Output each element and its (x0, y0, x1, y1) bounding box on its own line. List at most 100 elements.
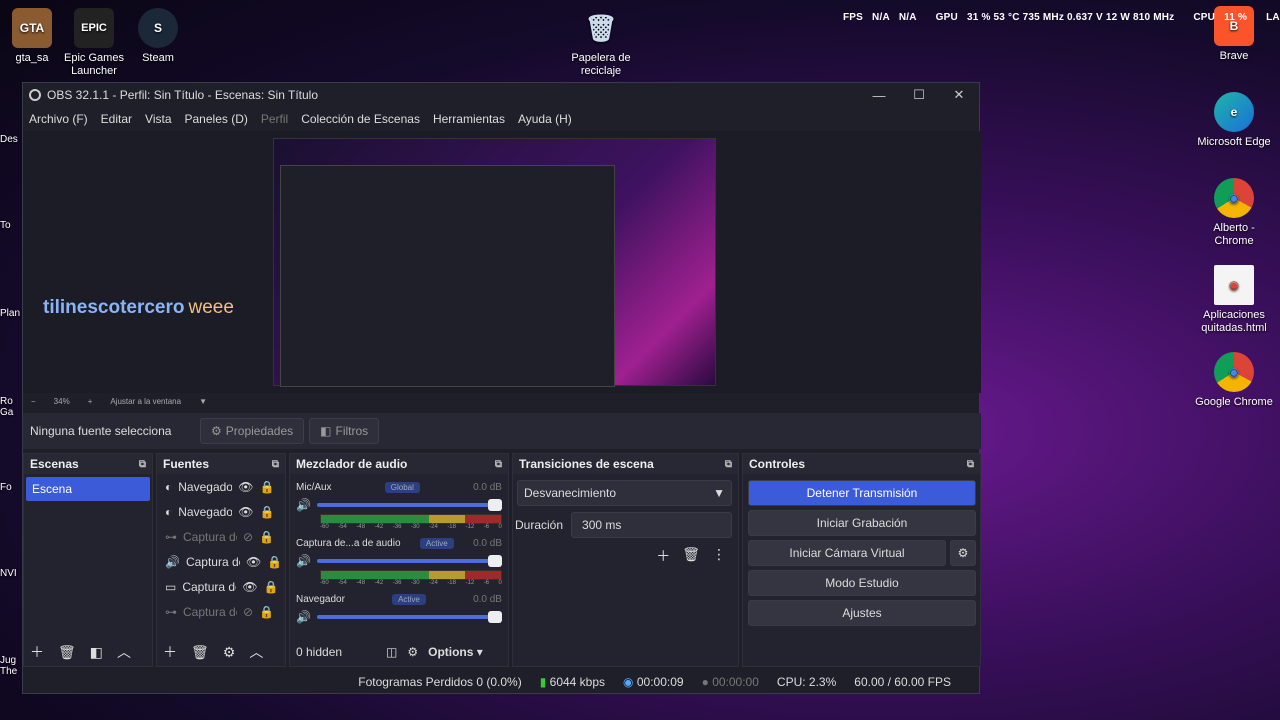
chevron-up-icon[interactable]: ︿ (249, 642, 263, 662)
eye-hidden-icon[interactable]: ⊘ (243, 530, 253, 544)
title-bar[interactable]: OBS 32.1.1 - Perfil: Sin Título - Escena… (23, 83, 979, 107)
lock-icon[interactable]: 🔒 (264, 580, 279, 594)
lock-icon[interactable]: 🔒 (259, 530, 274, 544)
start-recording-button[interactable]: Iniciar Grabación (748, 510, 976, 536)
chevron-down-icon[interactable]: ▼ (199, 397, 207, 406)
gamepad-icon: ⊶ (165, 604, 177, 619)
studio-mode-button[interactable]: Modo Estudio (748, 570, 976, 596)
mixer-channel: Navegador Active 0.0 dB 🔊 (296, 590, 502, 626)
globe-icon: ◐ (165, 479, 173, 494)
channel-name[interactable]: Mic/Aux (296, 482, 332, 493)
eye-hidden-icon[interactable]: ⊘ (243, 605, 253, 619)
zoom-bar: − 34% + Ajustar a la ventana ▼ (23, 393, 981, 409)
options-dropdown[interactable]: Options ▾ (428, 645, 483, 659)
lock-icon[interactable]: 🔒 (259, 480, 274, 494)
stop-streaming-button[interactable]: Detener Transmisión (748, 480, 976, 506)
desktop-icon-edge[interactable]: e Microsoft Edge (1194, 92, 1274, 149)
channel-name[interactable]: Captura de...a de audio (296, 538, 401, 549)
gear-icon[interactable]: ⚙ (950, 540, 976, 566)
scene-item[interactable]: Escena (26, 477, 150, 501)
fps-readout: 60.00 / 60.00 FPS (854, 675, 951, 689)
speaker-icon[interactable]: 🔊 (296, 554, 311, 568)
eye-icon[interactable]: 👁 (246, 555, 261, 569)
filter-icon[interactable]: ◧ (90, 644, 103, 661)
nested-obs-capture (280, 165, 615, 387)
edge-icon: e (1214, 92, 1254, 132)
source-row[interactable]: ◐ Navegado 👁 🔒 (157, 499, 285, 524)
source-row[interactable]: ⊶ Captura de ⊘ 🔒 (157, 599, 285, 624)
settings-button[interactable]: Ajustes (748, 600, 976, 626)
add-icon[interactable]: ＋ (163, 642, 177, 662)
zoom-out-button[interactable]: − (31, 397, 36, 406)
menu-perfil[interactable]: Perfil (261, 112, 288, 126)
desktop-icon-label: Alberto - Chrome (1213, 222, 1255, 247)
speaker-icon[interactable]: 🔊 (296, 610, 311, 624)
volume-slider[interactable] (316, 555, 502, 567)
eye-icon[interactable]: 👁 (238, 505, 253, 519)
filters-button[interactable]: ◧ Filtros (309, 418, 380, 444)
volume-slider[interactable] (316, 499, 502, 511)
add-icon[interactable]: ＋ (656, 546, 670, 566)
source-row[interactable]: ◐ Navegado 👁 🔒 (157, 474, 285, 499)
zoom-in-button[interactable]: + (88, 397, 93, 406)
desktop-icon-recycle-bin[interactable]: 🗑 Papelera de reciclaje (561, 8, 641, 78)
undock-icon[interactable]: ⧉ (725, 459, 732, 470)
source-row[interactable]: 🔊 Captura de 👁 🔒 (157, 549, 285, 574)
start-virtual-camera-button[interactable]: Iniciar Cámara Virtual (748, 540, 946, 566)
properties-button[interactable]: ⚙ Propiedades (200, 418, 305, 444)
source-row[interactable]: ⊶ Captura de ⊘ 🔒 (157, 524, 285, 549)
gpu-value: 31 % 53 °C 735 MHz 0.637 V 12 W 810 MHz (966, 12, 1175, 23)
hidden-count[interactable]: 0 hidden (296, 645, 376, 659)
undock-icon[interactable]: ⧉ (139, 459, 146, 470)
lock-icon[interactable]: 🔒 (259, 505, 274, 519)
desktop-icon-google-chrome[interactable]: ◉ Google Chrome (1194, 352, 1274, 409)
menu-paneles[interactable]: Paneles (D) (185, 112, 248, 126)
trash-icon[interactable]: 🗑 (191, 644, 209, 661)
transition-select[interactable]: Desvanecimiento ▼ (517, 480, 732, 506)
lock-icon[interactable]: 🔒 (267, 555, 282, 569)
layout-icon[interactable]: ◫ (386, 645, 397, 659)
duration-input[interactable]: 300 ms (571, 512, 732, 538)
slider-handle[interactable] (488, 499, 502, 511)
audio-mixer-dock: Mezclador de audio ⧉ Mic/Aux Global 0.0 dB … (289, 453, 509, 667)
zoom-fit-dropdown[interactable]: Ajustar a la ventana (110, 397, 181, 406)
menu-vista[interactable]: Vista (145, 112, 171, 126)
menu-herramientas[interactable]: Herramientas (433, 112, 505, 126)
volume-slider[interactable] (316, 611, 502, 623)
left-edge-label: Ro Ga (0, 396, 14, 418)
source-row[interactable]: ▭ Captura de 👁 🔒 (157, 574, 285, 599)
properties-label: Propiedades (225, 424, 294, 438)
undock-icon[interactable]: ⧉ (967, 459, 974, 470)
desktop-icon-html-file[interactable]: ◉ Aplicaciones quitadas.html (1194, 265, 1274, 335)
chevron-up-icon[interactable]: ︿ (117, 642, 131, 662)
maximize-button[interactable]: ☐ (899, 83, 939, 107)
fps-label: FPS (843, 12, 864, 23)
trash-icon[interactable]: 🗑 (58, 644, 76, 661)
lock-icon[interactable]: 🔒 (259, 605, 274, 619)
menu-archivo[interactable]: Archivo (F) (29, 112, 88, 126)
undock-icon[interactable]: ⧉ (272, 459, 279, 470)
menu-coleccion-escenas[interactable]: Colección de Escenas (301, 112, 420, 126)
trash-icon[interactable]: 🗑 (682, 546, 700, 566)
desktop-icon-label: Aplicaciones quitadas.html (1201, 309, 1267, 334)
slider-handle[interactable] (488, 555, 502, 567)
desktop-icon-steam[interactable]: S Steam (118, 8, 198, 65)
minimize-button[interactable]: — (859, 83, 899, 107)
desktop-icon-alberto-chrome[interactable]: ◉ Alberto - Chrome (1194, 178, 1274, 248)
eye-icon[interactable]: 👁 (238, 480, 253, 494)
menu-editar[interactable]: Editar (101, 112, 132, 126)
add-icon[interactable]: ＋ (30, 642, 44, 662)
menu-ayuda[interactable]: Ayuda (H) (518, 112, 572, 126)
undock-icon[interactable]: ⧉ (495, 459, 502, 470)
gear-icon[interactable]: ⚙ (223, 644, 236, 661)
slider-handle[interactable] (488, 611, 502, 623)
preview-canvas[interactable]: tilinescotercero weee (23, 131, 981, 393)
eye-icon[interactable]: 👁 (242, 580, 257, 594)
channel-db: 0.0 dB (473, 481, 502, 493)
more-menu-icon[interactable]: ⋮ (712, 546, 726, 566)
channel-name[interactable]: Navegador (296, 594, 345, 605)
mixer-settings-icon[interactable]: ⚙ (407, 645, 418, 659)
close-button[interactable]: ✕ (939, 83, 979, 107)
controls-dock: Controles ⧉ Detener Transmisión Iniciar G… (742, 453, 981, 667)
speaker-icon[interactable]: 🔊 (296, 498, 311, 512)
